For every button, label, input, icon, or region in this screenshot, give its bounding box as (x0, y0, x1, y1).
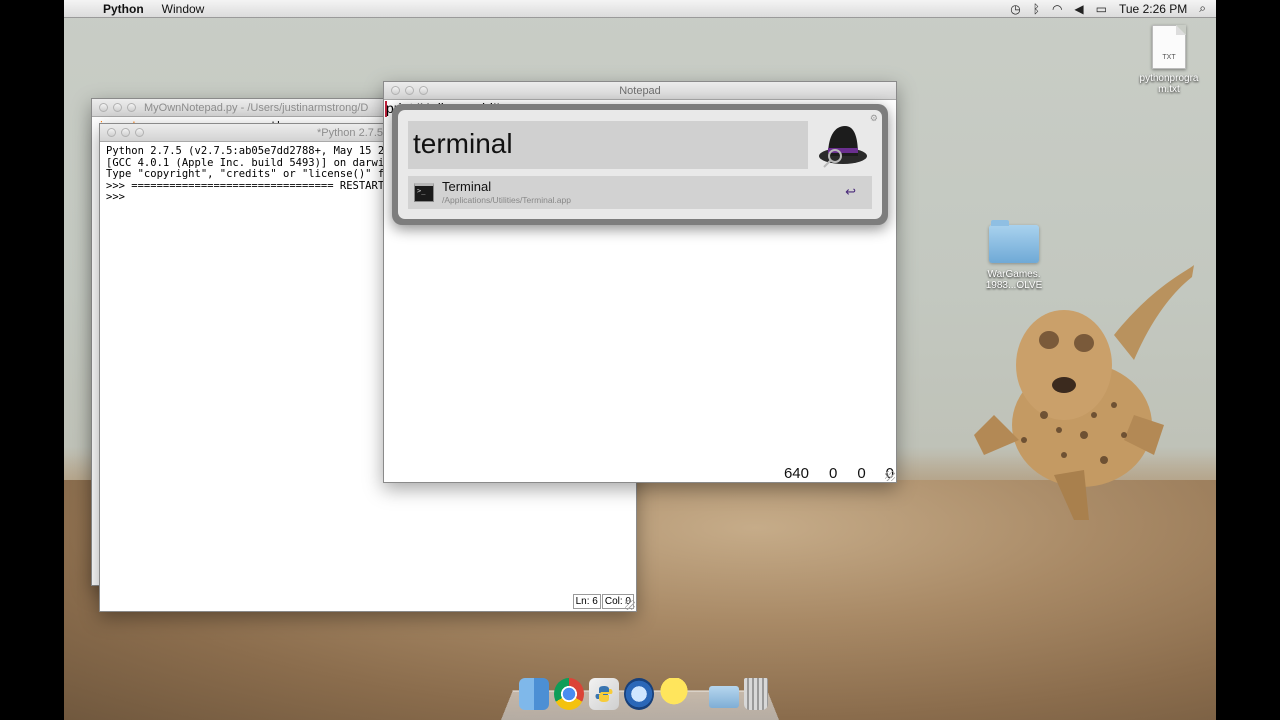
notepad-title: Notepad (619, 85, 661, 97)
settings-gear-icon[interactable]: ⚙ (870, 113, 878, 124)
alfred-panel: terminal ⚙ >_ Terminal /Applications/Uti… (398, 110, 882, 219)
minimize-button[interactable] (121, 128, 130, 137)
alfred-hat-icon[interactable] (818, 122, 868, 168)
cheetah-wallpaper (974, 265, 1194, 520)
dock-separator (694, 678, 704, 710)
minimize-button[interactable] (113, 103, 122, 112)
dock (519, 678, 768, 710)
python-launcher-icon[interactable] (589, 678, 619, 710)
bluetooth-icon[interactable]: ᛒ (1033, 2, 1040, 16)
readout-value: 0 (828, 465, 838, 482)
shell-line: >>> ================================ RES… (106, 179, 385, 192)
status-menus: ◷ ᛒ ◠ ◀ ▭ Tue 2:26 PM ⌕ (1010, 1, 1216, 16)
readout-value: 640 (783, 465, 809, 482)
status-line: Ln: 6 (572, 594, 601, 609)
resize-handle[interactable] (885, 471, 895, 481)
notepad-titlebar[interactable]: Notepad (384, 82, 896, 100)
menu-bar: Python Window ◷ ᛒ ◠ ◀ ▭ Tue 2:26 PM ⌕ (64, 0, 1216, 18)
shell-line: Type "copyright", "credits" or "license(… (106, 168, 385, 180)
folder-icon (989, 220, 1039, 263)
alfred-result-terminal[interactable]: >_ Terminal /Applications/Utilities/Term… (408, 176, 872, 209)
finder-icon[interactable] (519, 678, 549, 710)
shell-line: Python 2.7.5 (v2.7.5:ab05e7dd2788+, May … (106, 145, 385, 157)
alfred-launcher: terminal ⚙ >_ Terminal /Applications/Uti… (392, 104, 888, 225)
zoom-button[interactable] (135, 128, 144, 137)
app-menu[interactable]: Python (94, 2, 153, 16)
return-key-icon: ↩ (845, 184, 856, 199)
window-menu[interactable]: Window (153, 2, 214, 16)
notepad-readout: 640 0 0 0 (784, 465, 894, 482)
close-button[interactable] (107, 128, 116, 137)
readout-value: 0 (857, 465, 866, 482)
editor-title: MyOwnNotepad.py - /Users/justinarmstrong… (144, 102, 369, 114)
result-title: Terminal (442, 179, 492, 194)
volume-icon[interactable]: ◀ (1074, 2, 1083, 16)
desktop: Python Window ◷ ᛒ ◠ ◀ ▭ Tue 2:26 PM ⌕ TX… (64, 0, 1216, 720)
shell-prompt[interactable]: >>> (106, 191, 384, 204)
close-button[interactable] (99, 103, 108, 112)
shell-title: *Python 2.7.5 (317, 127, 384, 139)
desktop-folder-wargames[interactable]: WarGames. 1983...OLVE (974, 220, 1054, 291)
downloads-folder-icon[interactable] (709, 686, 739, 708)
battery-icon[interactable]: ▭ (1096, 2, 1107, 16)
wifi-icon[interactable]: ◠ (1052, 2, 1062, 16)
desktop-file-label: pythonprogra m.txt (1139, 73, 1199, 95)
shell-output[interactable]: Python 2.7.5 (v2.7.5:ab05e7dd2788+, May … (106, 145, 385, 204)
resize-handle[interactable] (625, 600, 635, 610)
trash-icon[interactable] (744, 678, 768, 710)
time-machine-icon[interactable]: ◷ (1010, 2, 1020, 16)
menubar-clock[interactable]: Tue 2:26 PM (1119, 2, 1187, 16)
chrome-icon[interactable] (554, 678, 584, 710)
zoom-button[interactable] (127, 103, 136, 112)
letterbox-left (0, 0, 64, 720)
desktop-file-pythonprogram[interactable]: TXT pythonprogra m.txt (1129, 25, 1209, 95)
letterbox-right (1216, 0, 1280, 720)
result-subtitle: /Applications/Utilities/Terminal.app (442, 195, 571, 205)
spotlight-search-icon[interactable]: ⌕ (1199, 1, 1206, 16)
text-file-icon: TXT (1152, 25, 1186, 69)
adium-icon[interactable] (659, 678, 689, 710)
alfred-search-input[interactable]: terminal (408, 121, 808, 169)
desktop-folder-label: WarGames. 1983...OLVE (985, 269, 1043, 291)
quicktime-icon[interactable] (624, 678, 654, 710)
terminal-icon: >_ (414, 183, 434, 202)
